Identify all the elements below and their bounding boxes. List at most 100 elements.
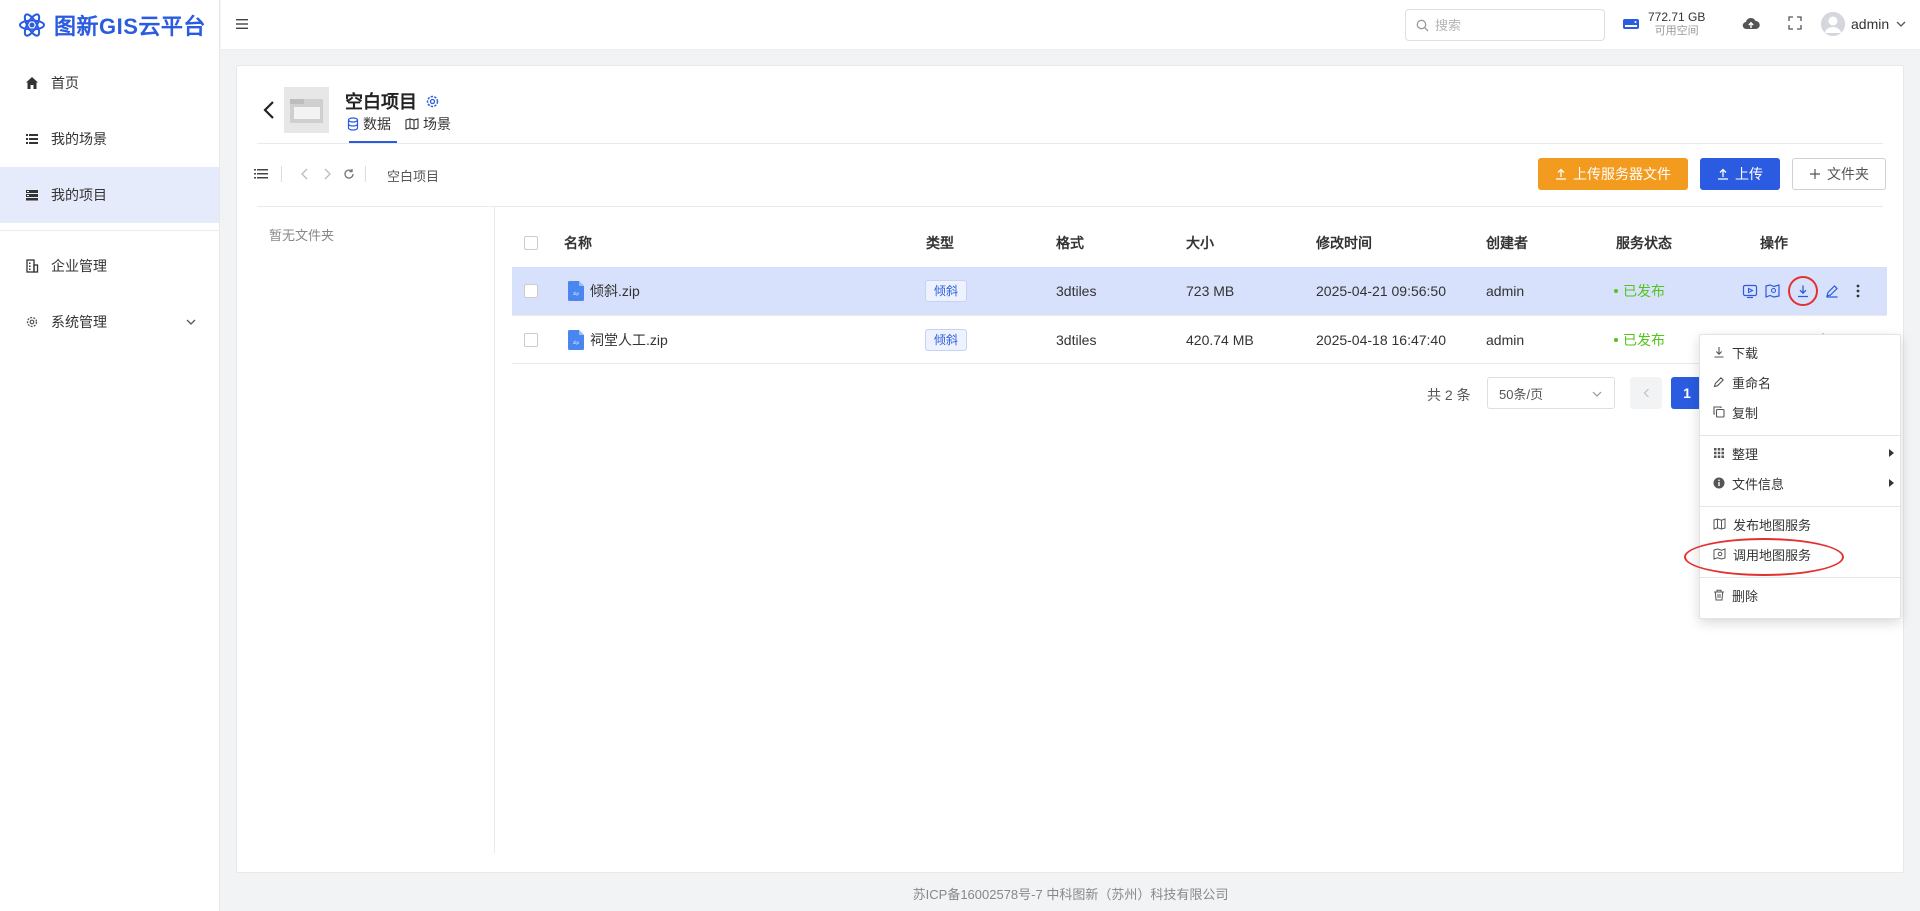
column-header-modified[interactable]: 修改时间: [1316, 219, 1372, 267]
row-actions: [1742, 267, 1860, 315]
select-all-checkbox[interactable]: [524, 236, 538, 250]
map-call-icon[interactable]: [1765, 283, 1781, 299]
row-checkbox[interactable]: [524, 333, 538, 347]
svg-text:zip: zip: [573, 291, 579, 296]
edit-icon: [1713, 376, 1725, 388]
storage-value: 772.71 GB: [1648, 10, 1706, 24]
divider: [257, 143, 1883, 144]
page-size-select[interactable]: 50条/页: [1487, 377, 1615, 409]
menu-item-label: 文件信息: [1732, 476, 1785, 492]
row-checkbox[interactable]: [524, 284, 538, 298]
file-name[interactable]: 倾斜.zip: [590, 281, 640, 301]
modified-cell: 2025-04-18 16:47:40: [1316, 332, 1446, 348]
menu-item-rename[interactable]: 重命名: [1700, 367, 1900, 397]
upload-icon: [1717, 168, 1729, 180]
username: admin: [1851, 16, 1890, 32]
size-cell: 723 MB: [1186, 283, 1235, 299]
folder-tree: 暂无文件夹: [257, 207, 495, 853]
breadcrumb[interactable]: 空白项目: [387, 166, 439, 185]
refresh-icon[interactable]: [343, 168, 355, 180]
table-header: 名称 类型 格式 大小 修改时间 创建者 服务状态 操作: [512, 219, 1887, 267]
column-header-type[interactable]: 类型: [926, 219, 954, 267]
sidebar-item-enterprise[interactable]: 企业管理: [0, 238, 219, 294]
upload-button[interactable]: 上传: [1700, 158, 1780, 190]
info-icon: [1713, 477, 1725, 489]
menu-item-label: 发布地图服务: [1733, 517, 1812, 533]
cloud-upload-icon[interactable]: [1742, 16, 1760, 32]
search-input[interactable]: [1435, 17, 1585, 33]
settings-gear-icon[interactable]: [425, 94, 440, 109]
nav-back-icon[interactable]: [301, 168, 309, 180]
prev-page-button[interactable]: [1630, 377, 1662, 409]
column-header-name[interactable]: 名称: [564, 219, 592, 267]
copy-icon: [1713, 406, 1725, 418]
upload-server-file-button[interactable]: 上传服务器文件: [1538, 158, 1688, 190]
file-table: 名称 类型 格式 大小 修改时间 创建者 服务状态 操作 zip 倾斜.zip …: [512, 219, 1887, 364]
toolbar-separator: [281, 166, 282, 182]
menu-item-file-info[interactable]: 文件信息: [1700, 468, 1900, 498]
preview-icon[interactable]: [1742, 283, 1758, 299]
fullscreen-icon[interactable]: [1788, 16, 1802, 30]
sidebar-item-system[interactable]: 系统管理: [0, 294, 219, 350]
column-header-status[interactable]: 服务状态: [1616, 219, 1672, 267]
file-name[interactable]: 祠堂人工.zip: [590, 330, 668, 350]
sidebar-item-label: 我的场景: [51, 131, 107, 147]
tab-scene[interactable]: 场景: [405, 114, 451, 134]
tab-data[interactable]: 数据: [347, 114, 391, 134]
chevron-down-icon: [185, 316, 197, 328]
sidebar-item-label: 企业管理: [51, 258, 107, 274]
sidebar-item-scenes[interactable]: 我的场景: [0, 111, 219, 167]
project-thumbnail: [284, 87, 329, 133]
storage-label: 可用空间: [1654, 25, 1699, 37]
type-tag: 倾斜: [925, 329, 968, 351]
menu-item-label: 下载: [1732, 345, 1759, 361]
status-text: 已发布: [1623, 332, 1665, 348]
sidebar-item-label: 系统管理: [51, 314, 107, 330]
column-header-size[interactable]: 大小: [1186, 219, 1214, 267]
menu-item-publish-map-service[interactable]: 发布地图服务: [1700, 509, 1900, 539]
search-icon: [1416, 19, 1429, 32]
nav-forward-icon[interactable]: [323, 168, 331, 180]
sidebar-item-home[interactable]: 首页: [0, 55, 219, 111]
more-vertical-icon[interactable]: [1856, 284, 1860, 298]
menu-item-organize[interactable]: 整理: [1700, 438, 1900, 468]
menu-item-delete[interactable]: 删除: [1700, 580, 1900, 610]
total-count: 共 2 条: [1427, 387, 1471, 403]
hard-drive-icon: [1622, 16, 1640, 32]
tab-label: 数据: [363, 116, 391, 132]
table-row[interactable]: zip 倾斜.zip 倾斜 3dtiles 723 MB 2025-04-21 …: [512, 267, 1887, 315]
edit-icon[interactable]: [1825, 284, 1839, 298]
type-tag: 倾斜: [925, 280, 968, 302]
menu-toggle-icon[interactable]: [235, 17, 249, 31]
project-icon: [25, 188, 39, 202]
map-book-icon: [405, 118, 419, 130]
table-row[interactable]: zip 祠堂人工.zip 倾斜 3dtiles 420.74 MB 2025-0…: [512, 315, 1887, 363]
status-badge: 已发布: [1614, 281, 1665, 301]
column-header-creator[interactable]: 创建者: [1486, 219, 1528, 267]
list-view-icon[interactable]: [254, 168, 268, 180]
search-box[interactable]: [1405, 9, 1605, 41]
app-title: 图新GIS云平台: [54, 14, 206, 39]
toolbar-separator: [365, 166, 366, 182]
user-menu[interactable]: admin: [1821, 12, 1907, 36]
menu-item-download[interactable]: 下载: [1700, 337, 1900, 367]
back-arrow-icon[interactable]: [262, 100, 276, 120]
menu-item-label: 整理: [1732, 446, 1759, 462]
project-panel: 空白项目 数据 场景 空白项目 上传服务器文件 上传 文件夹 暂无文件夹 名称 …: [236, 65, 1904, 873]
new-folder-button[interactable]: 文件夹: [1792, 158, 1886, 190]
download-icon: [1713, 346, 1725, 358]
map-icon: [1713, 518, 1726, 530]
logo[interactable]: 图新GIS云平台: [0, 0, 219, 50]
download-icon: [1796, 284, 1810, 298]
column-header-format[interactable]: 格式: [1056, 219, 1084, 267]
menu-item-label: 重命名: [1732, 375, 1772, 391]
zip-file-icon: zip: [568, 330, 584, 350]
project-title: 空白项目: [345, 88, 440, 114]
download-action[interactable]: [1788, 276, 1818, 306]
menu-item-copy[interactable]: 复制: [1700, 397, 1900, 427]
button-label: 上传服务器文件: [1573, 166, 1671, 182]
highlight-ring: [1684, 538, 1844, 576]
sidebar-item-projects[interactable]: 我的项目: [0, 167, 219, 223]
button-label: 上传: [1735, 166, 1763, 182]
creator-cell: admin: [1486, 332, 1525, 348]
